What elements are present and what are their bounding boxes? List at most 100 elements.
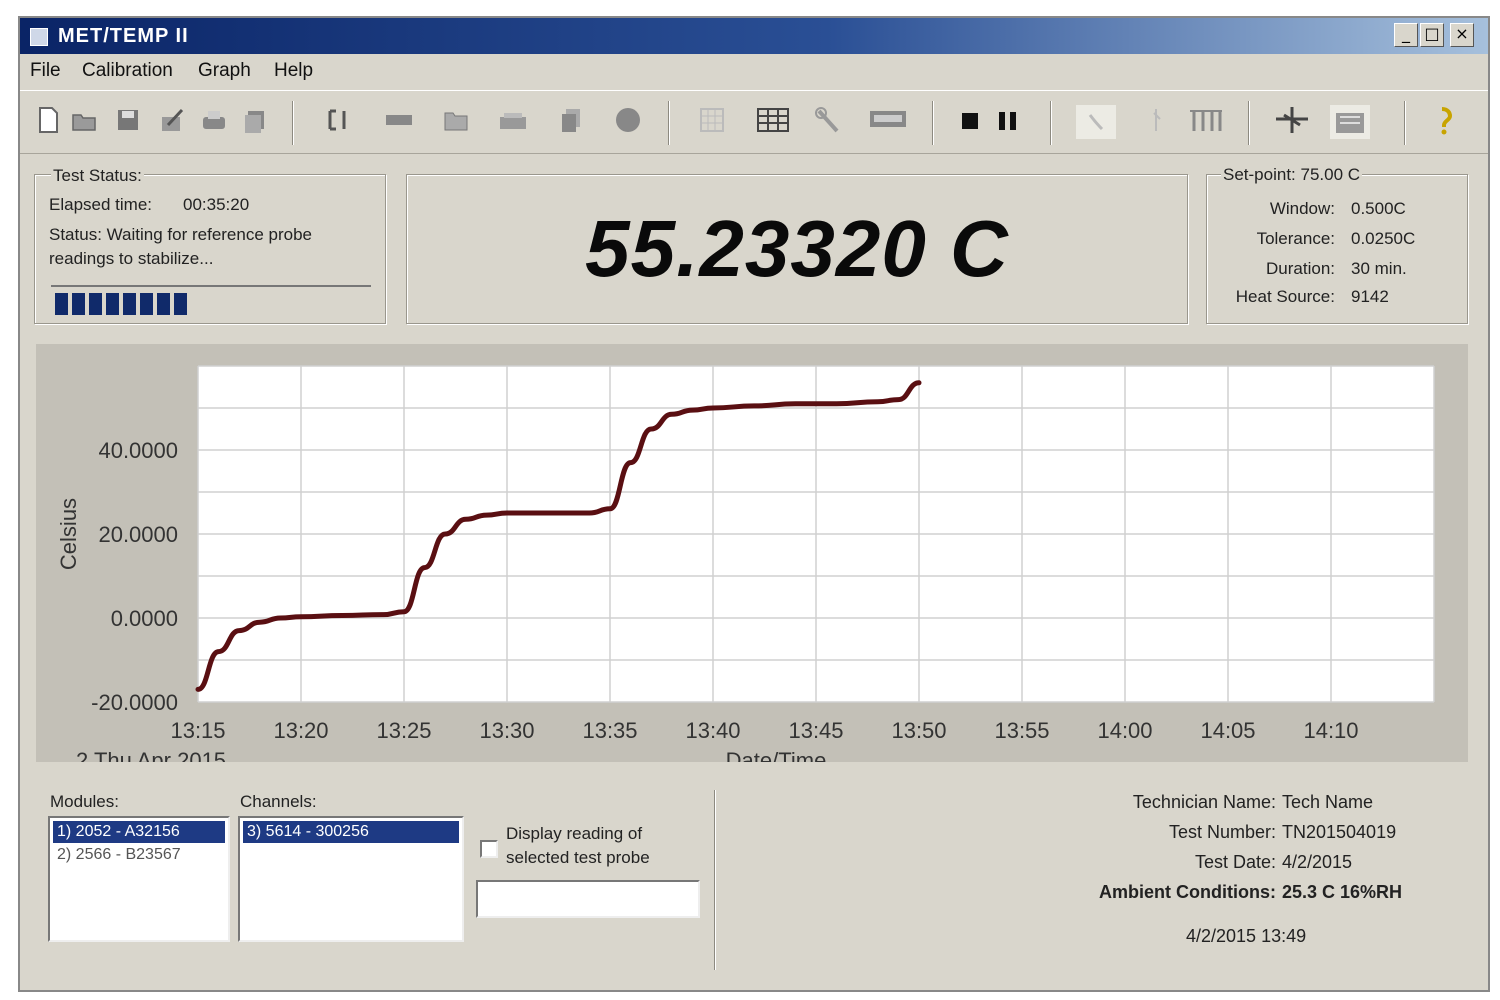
temperature-chart[interactable]: 40.0000 20.0000 0.0000 -20.0000 13:15 13:20 13… — [36, 344, 1468, 773]
x-tick-label: 13:25 — [376, 718, 431, 743]
close-button[interactable]: × — [1450, 23, 1474, 47]
channel-item[interactable]: 3) 5614 - 300256 — [243, 821, 459, 843]
setpoint-panel: Set-point: 75.00 C Window: 0.500C Tolera… — [1206, 165, 1468, 324]
progress-block — [157, 293, 170, 315]
table-icon[interactable] — [756, 105, 789, 135]
test-status-title: Test Status: — [51, 166, 144, 186]
progress-block — [123, 293, 136, 315]
module-item[interactable]: 1) 2052 - A32156 — [53, 821, 225, 843]
elapsed-label: Elapsed time: — [49, 195, 152, 214]
maximize-button[interactable]: □ — [1420, 23, 1444, 47]
probe-icon[interactable] — [324, 105, 352, 135]
date-label: 2 Thu Apr 2015 — [76, 748, 226, 762]
open-file-icon[interactable] — [70, 105, 98, 135]
chart-svg: 40.0000 20.0000 0.0000 -20.0000 13:15 13:20 13… — [56, 365, 1435, 773]
module-item[interactable]: 2) 2566 - B23567 — [53, 844, 225, 866]
help-icon[interactable] — [1428, 105, 1456, 135]
reading-panel: 55.23320 C — [406, 174, 1188, 324]
test-number-label: Test Number: — [1168, 822, 1276, 842]
bottom-separator — [714, 790, 716, 970]
ambient-value: 25.3 C 16%RH — [1282, 882, 1403, 902]
progress-bar — [51, 285, 371, 315]
probe-reading-field[interactable] — [476, 880, 700, 918]
bars-icon[interactable] — [1188, 105, 1222, 135]
print-icon[interactable] — [200, 105, 228, 135]
progress-block — [55, 293, 68, 315]
timestamp: 4/2/2015 13:49 — [1186, 926, 1307, 946]
minimize-button[interactable]: _ — [1394, 23, 1418, 47]
status-line-2: readings to stabilize... — [49, 249, 214, 268]
display-reading-label-1: Display reading of — [506, 824, 643, 843]
duration-label: Duration: — [1266, 259, 1335, 278]
current-reading: 55.23320 C — [585, 204, 1009, 293]
x-tick-label: 13:55 — [994, 718, 1049, 743]
status-line-1: Status: Waiting for reference probe — [49, 225, 313, 244]
modules-label: Modules: — [50, 792, 119, 811]
toolbar-separator — [1404, 101, 1406, 145]
window-title: MET/TEMP II — [58, 25, 189, 47]
y-axis-label: Celsius — [56, 498, 81, 570]
copy-icon[interactable] — [558, 105, 586, 135]
channels-list[interactable]: 3) 5614 - 300256 — [238, 816, 464, 942]
toolbar-separator — [292, 101, 294, 145]
technician-value: Tech Name — [1282, 792, 1374, 812]
duration-value: 30 min. — [1351, 259, 1407, 278]
progress-block — [140, 293, 153, 315]
title-bar[interactable]: MET/TEMP II _ □ × — [20, 18, 1488, 54]
edit-icon[interactable] — [158, 105, 186, 135]
cursor-icon[interactable] — [1144, 105, 1172, 135]
toolbar-separator — [1050, 101, 1052, 145]
new-file-icon[interactable] — [34, 105, 62, 135]
settings-icon[interactable] — [1330, 105, 1370, 139]
x-tick-label: 13:45 — [788, 718, 843, 743]
modules-list[interactable]: 1) 2052 - A32156 2) 2566 - B23567 — [48, 816, 230, 942]
menu-help[interactable]: Help — [274, 60, 313, 82]
grid-icon[interactable] — [698, 105, 726, 135]
x-tick-label: 13:20 — [273, 718, 328, 743]
progress-block — [106, 293, 119, 315]
test-number-value: TN201504019 — [1282, 822, 1397, 842]
device-icon[interactable] — [498, 105, 526, 135]
toolbar-separator — [668, 101, 670, 145]
test-date-label: Test Date: — [1194, 852, 1276, 872]
tool-icon[interactable] — [814, 105, 842, 135]
display-reading-checkbox[interactable] — [480, 840, 498, 858]
folder-icon[interactable] — [442, 105, 470, 135]
record-icon[interactable] — [614, 105, 642, 135]
menu-calibration[interactable]: Calibration — [82, 60, 173, 82]
print-preview-icon[interactable] — [242, 105, 270, 135]
test-date-value: 4/2/2015 — [1282, 852, 1353, 872]
progress-block — [72, 293, 85, 315]
toolbar — [20, 90, 1488, 154]
x-tick-label: 13:50 — [891, 718, 946, 743]
menu-graph[interactable]: Graph — [198, 60, 251, 82]
tolerance-value: 0.0250C — [1351, 229, 1416, 248]
x-tick-label: 13:40 — [685, 718, 740, 743]
y-tick-label: 0.0000 — [111, 606, 178, 631]
temperature-icon[interactable] — [384, 105, 412, 135]
channels-label: Channels: — [240, 792, 317, 811]
progress-block — [89, 293, 102, 315]
ambient-label: Ambient Conditions: — [1099, 882, 1276, 902]
x-axis-label: Date/Time — [726, 748, 827, 762]
heat-source-label: Heat Source: — [1235, 287, 1335, 306]
tolerance-label: Tolerance: — [1256, 229, 1335, 248]
stop-icon[interactable] — [956, 105, 984, 135]
display-icon[interactable] — [868, 105, 906, 135]
chart-icon[interactable] — [1076, 105, 1116, 139]
toolbar-separator — [1248, 101, 1250, 145]
app-window: MET/TEMP II _ □ × File Calibration Graph… — [18, 16, 1490, 992]
menu-bar: File Calibration Graph Help — [20, 56, 1488, 86]
y-tick-label: 20.0000 — [98, 522, 178, 547]
x-tick-label: 13:35 — [582, 718, 637, 743]
x-tick-label: 13:15 — [170, 718, 225, 743]
y-tick-label: -20.0000 — [91, 690, 178, 715]
zoom-icon[interactable] — [1274, 105, 1308, 135]
x-tick-label: 14:00 — [1097, 718, 1152, 743]
pause-icon[interactable] — [994, 105, 1022, 135]
selection-panel: Modules: 1) 2052 - A32156 2) 2566 - B235… — [34, 788, 716, 972]
toolbar-separator — [932, 101, 934, 145]
x-tick-label: 13:30 — [479, 718, 534, 743]
save-icon[interactable] — [114, 105, 142, 135]
menu-file[interactable]: File — [30, 60, 61, 82]
